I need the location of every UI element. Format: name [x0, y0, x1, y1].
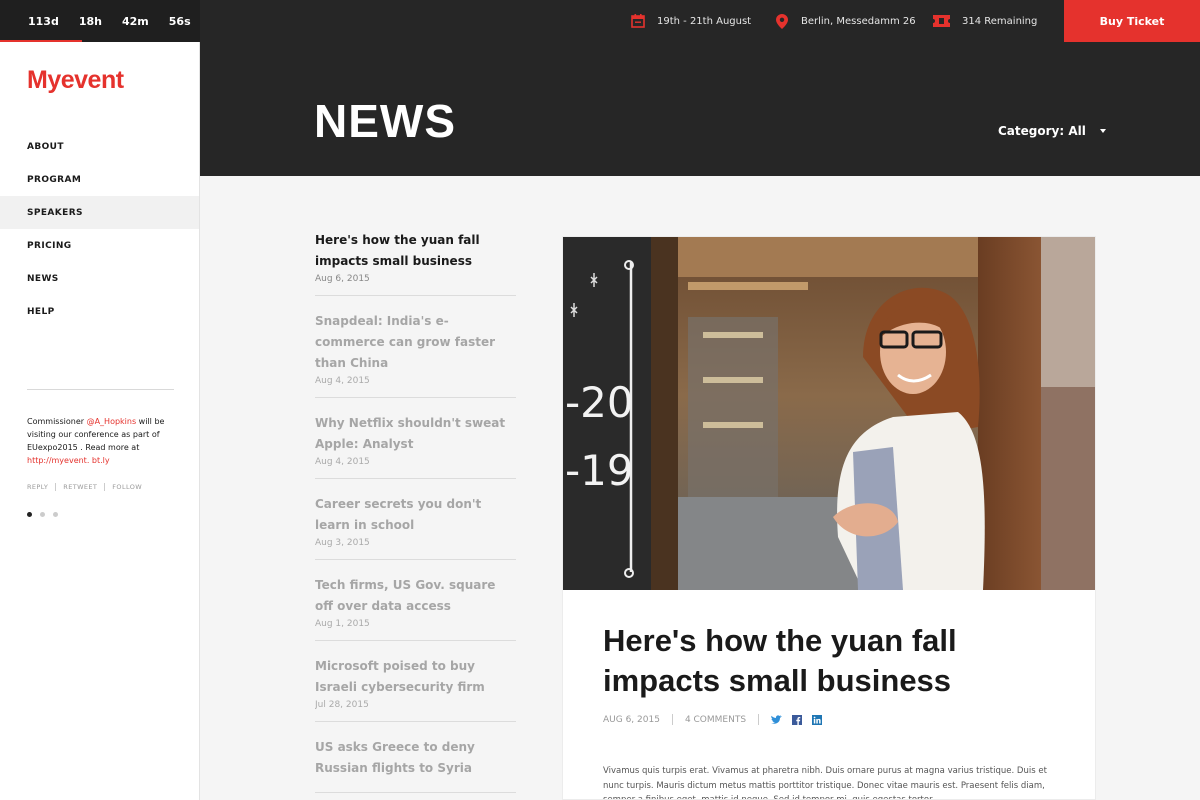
tweet-text: Commissioner @A_Hopkins will be visiting…	[27, 415, 177, 467]
tweet-action-separator	[104, 483, 106, 491]
meta-separator	[671, 714, 673, 725]
news-list-item[interactable]: Tech firms, US Gov. square off over data…	[315, 575, 516, 641]
calendar-icon	[631, 14, 645, 28]
share-buttons	[771, 714, 831, 725]
event-location-text: Berlin, Messedamm 26	[801, 15, 916, 27]
news-list-item[interactable]: Why Netflix shouldn't sweat Apple: Analy…	[315, 413, 516, 479]
twitter-icon[interactable]	[771, 714, 783, 725]
article-meta: AUG 6, 2015 4 COMMENTS	[603, 714, 831, 725]
page-title: NEWS	[314, 95, 456, 147]
caret-down-icon	[1099, 129, 1106, 133]
news-item-date: Aug 4, 2015	[315, 376, 370, 386]
countdown-hours: 18h	[78, 14, 102, 28]
article-comments-link[interactable]: 4 COMMENTS	[685, 715, 746, 725]
chalkboard-text-19: -19	[565, 446, 634, 495]
tweet-reply-link[interactable]: REPLY	[27, 483, 48, 491]
buy-ticket-button[interactable]: Buy Ticket	[1064, 0, 1200, 42]
event-location: Berlin, Messedamm 26	[775, 0, 916, 42]
nav-item-news[interactable]: NEWS	[0, 262, 199, 295]
news-item-title: Here's how the yuan fall impacts small b…	[315, 233, 480, 268]
page-header: NEWS Category: All	[200, 42, 1200, 176]
tweet-pagination	[27, 512, 66, 517]
news-list-item[interactable]: Here's how the yuan fall impacts small b…	[315, 230, 516, 296]
news-list-item[interactable]: Microsoft poised to buy Israeli cybersec…	[315, 656, 516, 722]
article-date: AUG 6, 2015	[603, 714, 660, 725]
sidebar: Myevent ABOUT PROGRAM SPEAKERS PRICING N…	[0, 42, 200, 800]
main-nav: ABOUT PROGRAM SPEAKERS PRICING NEWS HELP	[0, 130, 199, 328]
tweet-retweet-link[interactable]: RETWEET	[63, 483, 97, 491]
news-item-date: Aug 4, 2015	[315, 457, 370, 467]
news-item-title: Microsoft poised to buy Israeli cybersec…	[315, 659, 485, 694]
logo-text-my: My	[27, 66, 61, 94]
tweet-url-link[interactable]: http://myevent. bt.ly	[27, 456, 110, 465]
tweet-actions: REPLY RETWEET FOLLOW	[27, 483, 142, 491]
nav-item-speakers[interactable]: SPEAKERS	[0, 196, 199, 229]
news-item-title: Tech firms, US Gov. square off over data…	[315, 578, 496, 613]
article-card: -20 -19 Here's how the yuan fall impacts…	[562, 236, 1096, 800]
sidebar-divider	[27, 389, 174, 390]
news-list: Here's how the yuan fall impacts small b…	[315, 230, 516, 800]
article-hero-image: -20 -19	[563, 237, 1095, 590]
pagination-dot[interactable]	[53, 512, 58, 517]
category-dropdown-label: Category: All	[998, 124, 1086, 138]
tweet-prefix: Commissioner	[27, 417, 87, 426]
news-item-title: Snapdeal: India's e-commerce can grow fa…	[315, 314, 496, 370]
news-list-item[interactable]: Career secrets you don't learn in school…	[315, 494, 516, 560]
article-body: Vivamus quis turpis erat. Vivamus at pha…	[603, 766, 1047, 800]
map-pin-icon	[775, 13, 789, 29]
logo[interactable]: Myevent	[27, 66, 124, 95]
nav-item-pricing[interactable]: PRICING	[0, 229, 199, 262]
pagination-dot-active[interactable]	[27, 512, 32, 517]
countdown-minutes: 42m	[121, 14, 149, 28]
meta-separator	[758, 714, 760, 725]
facebook-icon[interactable]	[791, 714, 802, 725]
news-item-title: Why Netflix shouldn't sweat Apple: Analy…	[315, 416, 506, 451]
news-list-item[interactable]: US asks Greece to deny Russian flights t…	[315, 737, 516, 793]
logo-text-event: event	[60, 66, 124, 94]
article-title: Here's how the yuan fall impacts small b…	[603, 623, 957, 698]
tweet-handle-link[interactable]: @A_Hopkins	[87, 417, 137, 426]
top-bar: 113d 18h 42m 56s 19th - 21th August Berl…	[0, 0, 1200, 42]
tweet-follow-link[interactable]: FOLLOW	[112, 483, 142, 491]
pagination-dot[interactable]	[40, 512, 45, 517]
countdown-seconds: 56s	[168, 14, 191, 28]
event-dates: 19th - 21th August	[631, 0, 751, 42]
tickets-remaining-text: 314 Remaining	[962, 15, 1038, 27]
category-dropdown[interactable]: Category: All	[998, 124, 1106, 138]
nav-item-program[interactable]: PROGRAM	[0, 163, 199, 196]
ticket-icon	[933, 14, 950, 28]
news-item-date: Jul 28, 2015	[315, 700, 369, 710]
event-dates-text: 19th - 21th August	[657, 15, 752, 27]
news-item-title: US asks Greece to deny Russian flights t…	[315, 740, 475, 775]
news-list-item[interactable]: Snapdeal: India's e-commerce can grow fa…	[315, 311, 516, 398]
countdown-days: 113d	[28, 14, 59, 28]
tickets-remaining: 314 Remaining	[933, 0, 1037, 42]
news-item-date: Aug 3, 2015	[315, 538, 370, 548]
linkedin-icon[interactable]	[811, 714, 822, 725]
countdown: 113d 18h 42m 56s	[0, 0, 200, 42]
nav-item-help[interactable]: HELP	[0, 295, 199, 328]
news-item-date: Aug 6, 2015	[315, 274, 370, 284]
news-item-date: Aug 1, 2015	[315, 619, 370, 629]
nav-item-about[interactable]: ABOUT	[0, 130, 199, 163]
news-item-title: Career secrets you don't learn in school	[315, 497, 482, 532]
tweet-action-separator	[55, 483, 57, 491]
chalkboard-text-20: -20	[565, 378, 634, 427]
